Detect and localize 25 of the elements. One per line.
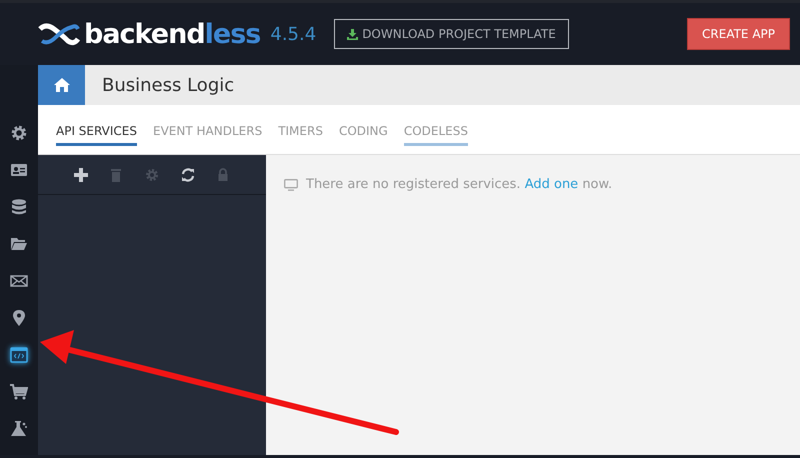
logo-text: backendless <box>84 20 260 48</box>
logo-icon <box>38 21 80 47</box>
empty-message: There are no registered services. Add one now. <box>306 176 612 194</box>
map-pin-icon[interactable] <box>10 308 28 326</box>
gear-icon[interactable] <box>10 124 28 142</box>
tab[interactable]: TIMERS <box>278 114 323 146</box>
create-app-button[interactable]: CREATE APP <box>687 18 790 50</box>
add-one-link[interactable]: Add one <box>524 177 578 192</box>
page-title: Business Logic <box>102 74 234 98</box>
flask-icon[interactable] <box>10 420 28 438</box>
home-icon <box>54 78 70 92</box>
download-icon <box>347 28 358 40</box>
code-window-icon[interactable] <box>10 346 28 364</box>
tab[interactable]: CODELESS <box>404 114 468 146</box>
tab[interactable]: CODING <box>338 114 388 146</box>
version-label: 4.5.4 <box>270 22 316 46</box>
tab[interactable]: EVENT HANDLERS <box>153 114 262 146</box>
cart-icon[interactable] <box>10 382 28 400</box>
database-icon[interactable] <box>10 198 28 216</box>
tab[interactable]: API SERVICES <box>56 114 138 146</box>
home-button[interactable] <box>38 65 85 105</box>
refresh-icon[interactable] <box>180 168 195 182</box>
download-template-button[interactable]: DOWNLOAD PROJECT TEMPLATE <box>334 19 569 49</box>
plus-icon[interactable] <box>74 168 88 182</box>
monitor-icon <box>284 178 298 191</box>
